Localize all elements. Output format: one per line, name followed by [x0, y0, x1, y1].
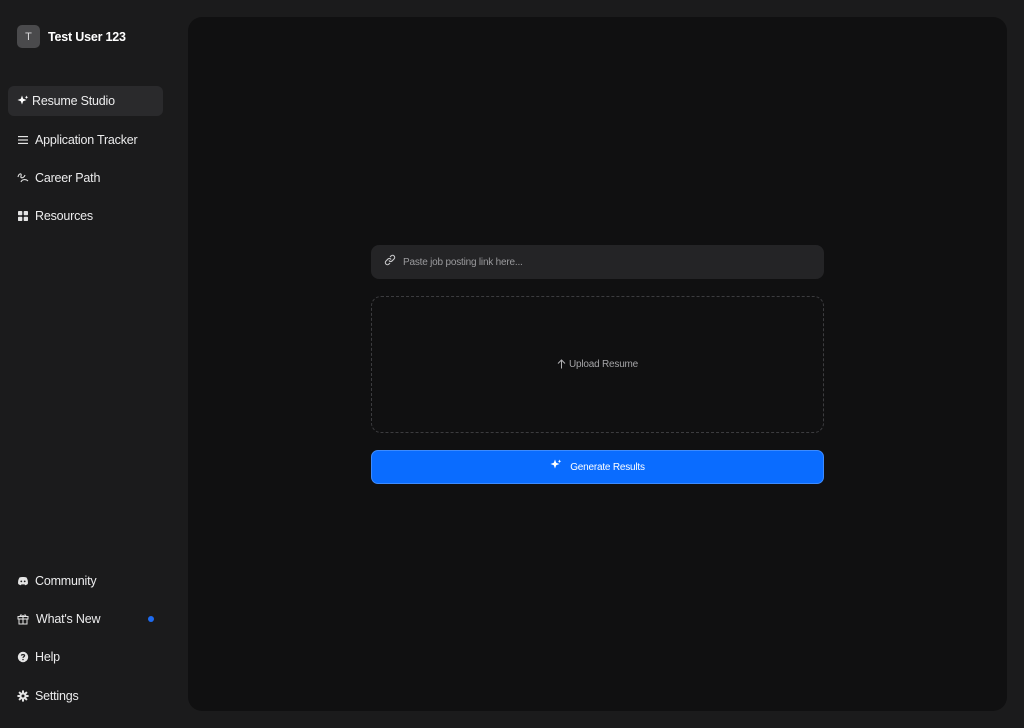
- sidebar: T Test User 123 Resume Studio Applicatio…: [0, 0, 175, 728]
- discord-icon: [17, 575, 29, 587]
- sidebar-item-whats-new[interactable]: What's New: [8, 604, 163, 634]
- notification-dot: [148, 616, 154, 622]
- sidebar-item-application-tracker[interactable]: Application Tracker: [8, 125, 163, 155]
- arrow-up-icon: [557, 356, 566, 374]
- job-link-input[interactable]: [403, 256, 803, 268]
- job-link-field[interactable]: [371, 245, 824, 279]
- help-icon: [17, 651, 29, 663]
- upload-resume-label: Upload Resume: [568, 359, 639, 370]
- upload-resume-dropzone[interactable]: Upload Resume: [371, 296, 824, 433]
- generate-results-button[interactable]: Generate Results: [371, 450, 824, 484]
- sidebar-item-community[interactable]: Community: [8, 566, 163, 596]
- avatar[interactable]: T: [17, 25, 40, 48]
- sidebar-item-label: Community: [35, 574, 97, 588]
- sidebar-item-label: What's New: [36, 612, 101, 626]
- sidebar-item-label: Application Tracker: [35, 133, 138, 147]
- user-profile[interactable]: T Test User 123: [17, 25, 126, 48]
- sidebar-item-label: Help: [35, 650, 60, 664]
- user-name: Test User 123: [48, 29, 126, 44]
- path-icon: [17, 172, 29, 184]
- list-icon: [17, 134, 29, 146]
- link-icon: [384, 253, 396, 271]
- sidebar-item-resume-studio[interactable]: Resume Studio: [8, 86, 163, 116]
- sparkle-icon: [17, 95, 29, 107]
- sidebar-item-settings[interactable]: Settings: [8, 681, 163, 711]
- sidebar-item-label: Resume Studio: [32, 94, 115, 108]
- sidebar-item-label: Resources: [35, 209, 93, 223]
- sidebar-item-label: Settings: [35, 689, 79, 703]
- sidebar-item-label: Career Path: [35, 171, 101, 185]
- generate-results-label: Generate Results: [570, 461, 645, 473]
- sparkle-icon: [550, 458, 562, 476]
- sidebar-item-resources[interactable]: Resources: [8, 201, 163, 231]
- gift-icon: [17, 613, 29, 625]
- sidebar-item-help[interactable]: Help: [8, 642, 163, 672]
- gear-icon: [17, 690, 29, 702]
- grid-icon: [17, 210, 29, 222]
- main-panel: Upload Resume Generate Results: [188, 17, 1007, 711]
- sidebar-item-career-path[interactable]: Career Path: [8, 163, 163, 193]
